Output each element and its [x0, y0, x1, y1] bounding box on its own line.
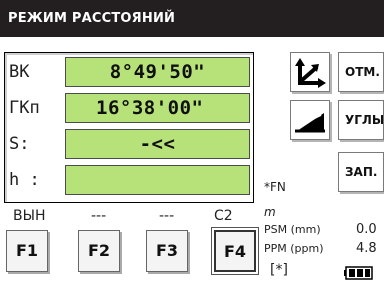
page-title: РЕЖИМ РАССТОЯНИЙ	[0, 0, 384, 37]
coordinate-axes-button[interactable]	[290, 52, 330, 92]
vertical-angle-label: ВК	[9, 62, 30, 82]
measurement-panel: ВК 8°49'50" ГКп 16°38'00" S: -<< h :	[4, 52, 254, 203]
star-indicator: [*]	[270, 262, 288, 278]
f2-key[interactable]: F2	[78, 230, 120, 272]
axes-icon	[295, 58, 326, 88]
f4-function-label: С2	[214, 208, 233, 224]
height-value	[65, 165, 250, 195]
psm-value: 0.0	[356, 222, 377, 237]
f3-key[interactable]: F3	[146, 230, 188, 272]
slope-distance-label: S:	[9, 134, 30, 154]
ppm-value: 4.8	[356, 241, 377, 256]
unit-label: m	[264, 205, 276, 219]
horizontal-angle-row: ГКп 16°38'00"	[5, 90, 255, 126]
record-button[interactable]: ЗАП.	[338, 152, 384, 192]
f4-key[interactable]: F4	[214, 230, 256, 272]
f1-key[interactable]: F1	[6, 230, 48, 272]
height-label: h :	[9, 170, 40, 190]
height-row: h :	[5, 162, 255, 198]
otm-button[interactable]: ОТМ.	[338, 52, 384, 92]
vertical-angle-value: 8°49'50"	[65, 57, 250, 87]
slope-button[interactable]	[290, 100, 330, 140]
f2-function-label: ---	[91, 208, 107, 224]
slope-distance-row: S: -<<	[5, 126, 255, 162]
horizontal-angle-value: 16°38'00"	[65, 93, 250, 123]
ppm-label: PPM (ppm)	[264, 242, 324, 255]
slope-distance-value: -<<	[65, 129, 250, 159]
battery-icon	[344, 266, 373, 280]
slope-icon	[294, 113, 325, 133]
psm-label: PSM (mm)	[264, 223, 321, 236]
vertical-angle-row: ВК 8°49'50"	[5, 54, 255, 90]
fn-indicator: *FN	[264, 180, 286, 194]
horizontal-angle-label: ГКп	[9, 98, 40, 118]
f1-function-label: ВЫН	[13, 208, 46, 224]
angles-button[interactable]: УГЛЫ	[338, 100, 384, 140]
f3-function-label: ---	[159, 208, 175, 224]
